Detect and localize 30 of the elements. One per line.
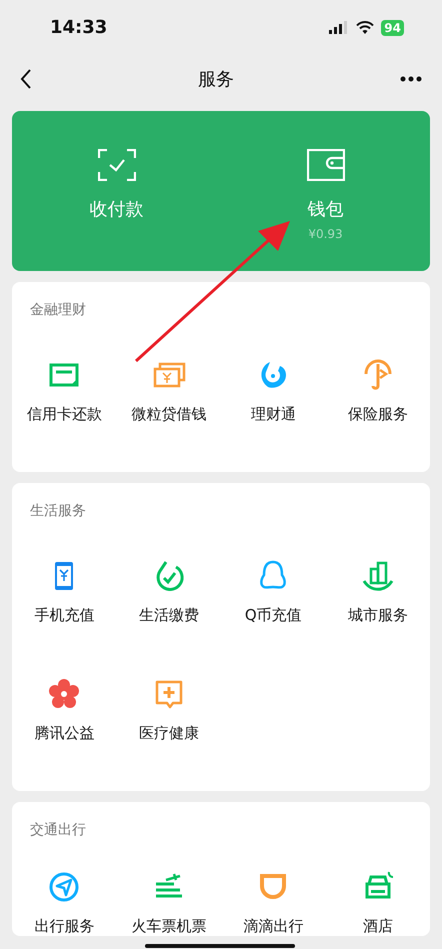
service-label[interactable]: 生活缴费 [138, 605, 199, 625]
flower-icon [47, 677, 82, 711]
section-title: 交通出行 [29, 821, 87, 840]
wallet-balance: ¥0.93 [308, 227, 343, 241]
service-label[interactable]: 理财通 [250, 404, 296, 424]
service-label[interactable]: 滴滴出行 [243, 916, 304, 936]
service-label[interactable]: 医疗健康 [138, 723, 199, 743]
section-title: 生活服务 [29, 502, 87, 521]
battery-level: 94 [381, 20, 404, 36]
service-label[interactable]: 酒店 [362, 916, 393, 936]
wifi-icon [356, 21, 374, 34]
page-title: 服务 [198, 68, 234, 91]
service-label[interactable]: 手机充值 [34, 605, 94, 625]
status-time: 14:33 [50, 17, 108, 38]
service-label[interactable]: 信用卡还款 [26, 404, 102, 424]
service-label[interactable]: 腾讯公益 [34, 723, 94, 743]
section-title: 金融理财 [29, 301, 87, 320]
wallet-icon [306, 149, 344, 181]
service-label[interactable]: 火车票机票 [131, 916, 206, 936]
signal-icon [329, 21, 350, 34]
buildings-icon [360, 559, 395, 593]
service-label[interactable]: Q币充值 [244, 605, 302, 625]
navigation-icon [47, 870, 82, 904]
service-label[interactable]: 保险服务 [348, 404, 408, 424]
more-icon[interactable] [400, 76, 422, 82]
service-label[interactable]: 城市服务 [348, 605, 408, 625]
scan-check-icon [98, 149, 136, 181]
service-label[interactable]: 微粒贷借钱 [131, 404, 206, 424]
service-label[interactable]: 出行服务 [34, 916, 94, 936]
back-icon[interactable] [20, 69, 32, 89]
